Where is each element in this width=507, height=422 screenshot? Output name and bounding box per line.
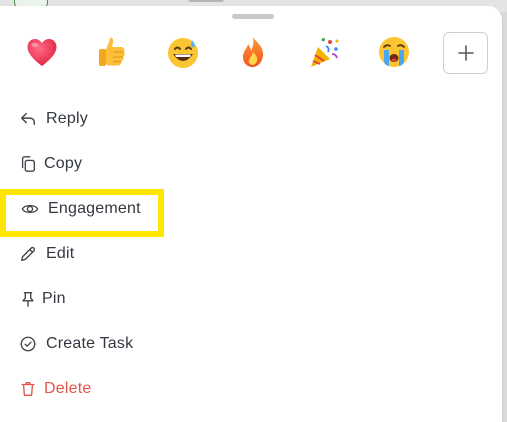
crying-emoji-icon[interactable] [374, 32, 414, 72]
grinning-sweat-emoji-icon[interactable] [163, 32, 203, 72]
menu-item-copy[interactable]: Copy [0, 144, 503, 184]
pencil-icon [17, 243, 39, 265]
eye-icon [19, 198, 41, 220]
reaction-bar [22, 32, 488, 76]
add-reaction-button[interactable] [443, 32, 488, 74]
sheet-drag-handle[interactable] [232, 14, 274, 19]
reply-icon [17, 108, 39, 130]
menu-item-edit[interactable]: Edit [0, 234, 503, 274]
menu-item-create-task[interactable]: Create Task [0, 324, 503, 364]
message-actions-sheet: Reply Copy Engagement Edit Pin Create Ta… [0, 6, 503, 422]
menu-item-label: Create Task [46, 335, 134, 352]
menu-item-label: Copy [44, 155, 83, 172]
menu-item-label: Pin [42, 290, 66, 307]
party-popper-emoji-icon[interactable] [304, 32, 344, 72]
screen: Reply Copy Engagement Edit Pin Create Ta… [0, 0, 507, 422]
trash-icon [17, 378, 39, 400]
pin-icon [17, 288, 39, 310]
menu-item-engagement[interactable]: Engagement [0, 189, 503, 229]
thumbs-up-emoji-icon[interactable] [92, 32, 132, 72]
background-timestamp [188, 0, 224, 2]
check-circle-icon [17, 333, 39, 355]
menu-item-pin[interactable]: Pin [0, 279, 503, 319]
menu-item-reply[interactable]: Reply [0, 99, 503, 139]
copy-icon [17, 153, 39, 175]
plus-icon [457, 45, 474, 61]
menu-item-label: Delete [44, 380, 92, 397]
fire-emoji-icon[interactable] [233, 32, 273, 72]
menu-item-label: Engagement [48, 200, 141, 217]
menu-item-delete[interactable]: Delete [0, 369, 503, 409]
menu-item-label: Edit [46, 245, 75, 262]
menu-item-label: Reply [46, 110, 88, 127]
heart-emoji-icon[interactable] [22, 32, 62, 72]
